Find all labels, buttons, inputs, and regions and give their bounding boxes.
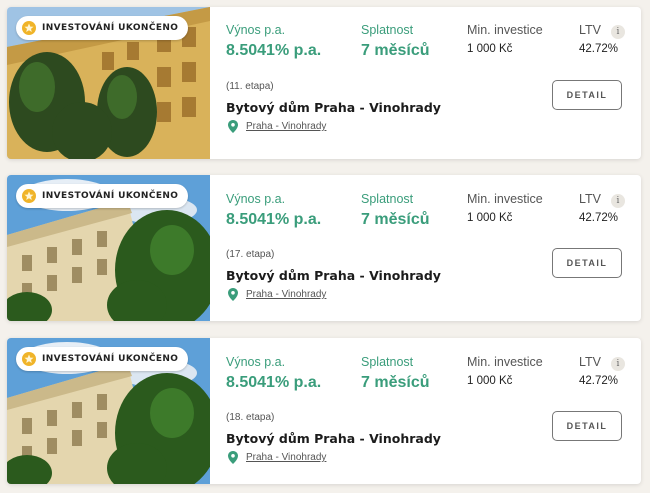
- min-investment-value: 1 000 Kč: [467, 375, 513, 387]
- project-stage: (17. etapa): [226, 249, 275, 260]
- info-icon[interactable]: i: [611, 194, 625, 208]
- min-investment-column: Min. investice 1 000 Kč: [467, 355, 543, 387]
- info-icon[interactable]: i: [611, 25, 625, 39]
- project-title[interactable]: Bytový dům Praha - Vinohrady: [226, 100, 441, 115]
- location-pin-icon: [228, 288, 238, 301]
- min-investment-value: 1 000 Kč: [467, 212, 513, 224]
- yield-value: 8.5041% p.a.: [226, 211, 322, 228]
- location-pin-icon: [228, 120, 238, 133]
- project-location[interactable]: Praha - Vinohrady: [228, 451, 326, 464]
- detail-button[interactable]: DETAIL: [552, 80, 622, 110]
- project-card[interactable]: INVESTOVÁNÍ UKONČENO Výnos p.a. 8.5041% …: [7, 175, 641, 321]
- star-icon: [22, 189, 36, 203]
- project-photo[interactable]: INVESTOVÁNÍ UKONČENO: [7, 7, 210, 159]
- ltv-value: 42.72%: [579, 212, 619, 224]
- ltv-value: 42.72%: [579, 43, 619, 55]
- min-investment-label: Min. investice: [467, 192, 543, 206]
- maturity-value: 7 měsíců: [361, 374, 430, 391]
- min-investment-column: Min. investice 1 000 Kč: [467, 23, 543, 55]
- location-link[interactable]: Praha - Vinohrady: [246, 289, 326, 300]
- maturity-column: Splatnost 7 měsíců: [361, 355, 429, 392]
- maturity-column: Splatnost 7 měsíců: [361, 192, 429, 229]
- maturity-column: Splatnost 7 měsíců: [361, 23, 429, 60]
- maturity-value: 7 měsíců: [361, 211, 430, 228]
- project-location[interactable]: Praha - Vinohrady: [228, 120, 326, 133]
- project-stage: (18. etapa): [226, 412, 275, 423]
- info-icon[interactable]: i: [611, 357, 625, 371]
- yield-label: Výnos p.a.: [226, 23, 286, 37]
- project-title[interactable]: Bytový dům Praha - Vinohrady: [226, 431, 441, 446]
- location-link[interactable]: Praha - Vinohrady: [246, 121, 326, 132]
- min-investment-column: Min. investice 1 000 Kč: [467, 192, 543, 224]
- status-badge: INVESTOVÁNÍ UKONČENO: [16, 347, 189, 371]
- status-badge-label: INVESTOVÁNÍ UKONČENO: [42, 354, 179, 364]
- yield-column: Výnos p.a. 8.5041% p.a.: [226, 355, 321, 392]
- project-location[interactable]: Praha - Vinohrady: [228, 288, 326, 301]
- project-stage: (11. etapa): [226, 81, 274, 92]
- detail-button[interactable]: DETAIL: [552, 248, 622, 278]
- yield-column: Výnos p.a. 8.5041% p.a.: [226, 192, 321, 229]
- location-link[interactable]: Praha - Vinohrady: [246, 452, 326, 463]
- min-investment-label: Min. investice: [467, 23, 543, 37]
- yield-value: 8.5041% p.a.: [226, 374, 322, 391]
- min-investment-label: Min. investice: [467, 355, 543, 369]
- maturity-value: 7 měsíců: [361, 42, 430, 59]
- status-badge-label: INVESTOVÁNÍ UKONČENO: [42, 191, 179, 201]
- location-pin-icon: [228, 451, 238, 464]
- status-badge-label: INVESTOVÁNÍ UKONČENO: [42, 23, 179, 33]
- status-badge: INVESTOVÁNÍ UKONČENO: [16, 184, 189, 208]
- star-icon: [22, 352, 36, 366]
- maturity-label: Splatnost: [361, 23, 414, 37]
- status-badge: INVESTOVÁNÍ UKONČENO: [16, 16, 189, 40]
- maturity-label: Splatnost: [361, 355, 414, 369]
- ltv-value: 42.72%: [579, 375, 619, 387]
- yield-label: Výnos p.a.: [226, 355, 286, 369]
- yield-column: Výnos p.a. 8.5041% p.a.: [226, 23, 321, 60]
- detail-button[interactable]: DETAIL: [552, 411, 622, 441]
- project-card[interactable]: INVESTOVÁNÍ UKONČENO Výnos p.a. 8.5041% …: [7, 338, 641, 484]
- maturity-label: Splatnost: [361, 192, 414, 206]
- project-card[interactable]: INVESTOVÁNÍ UKONČENO Výnos p.a. 8.5041% …: [7, 7, 641, 159]
- star-icon: [22, 21, 36, 35]
- project-title[interactable]: Bytový dům Praha - Vinohrady: [226, 268, 441, 283]
- yield-label: Výnos p.a.: [226, 192, 286, 206]
- project-photo[interactable]: INVESTOVÁNÍ UKONČENO: [7, 338, 210, 484]
- min-investment-value: 1 000 Kč: [467, 43, 513, 55]
- project-photo[interactable]: INVESTOVÁNÍ UKONČENO: [7, 175, 210, 321]
- yield-value: 8.5041% p.a.: [226, 42, 322, 59]
